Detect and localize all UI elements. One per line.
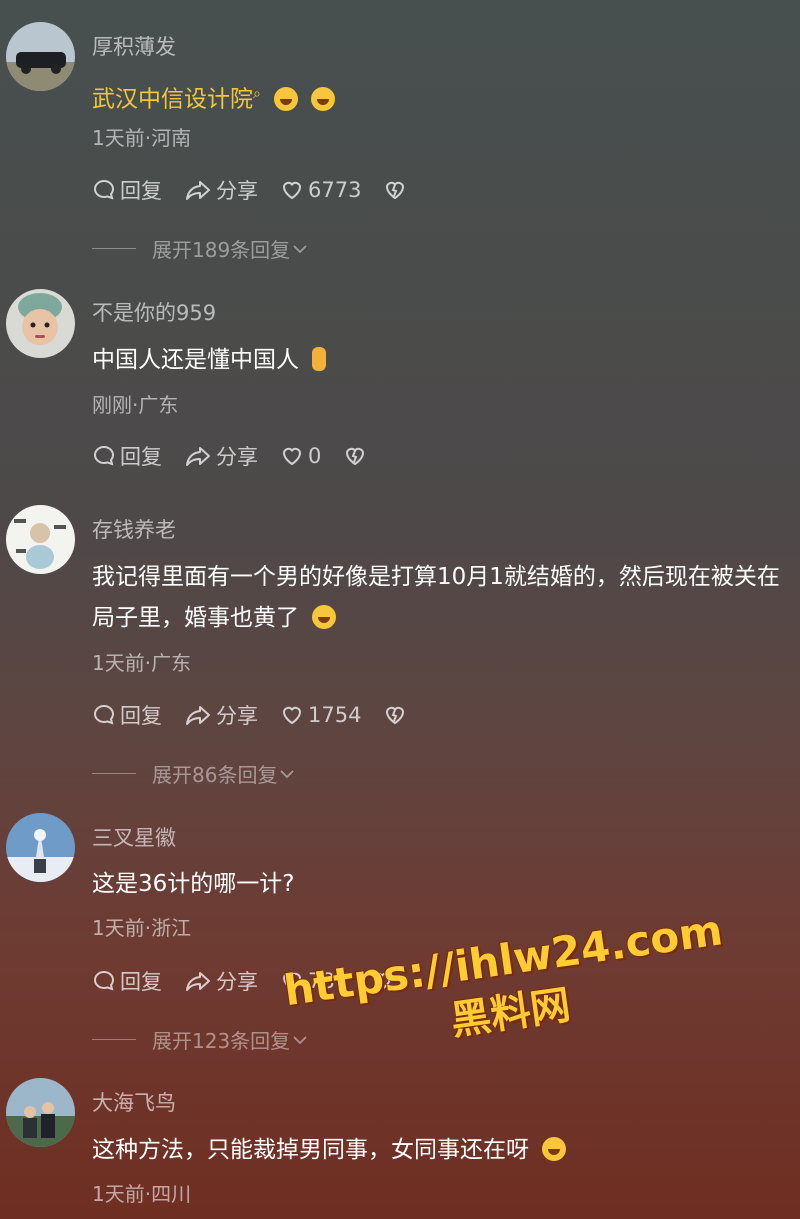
search-link[interactable]: 武汉中信设计院 (92, 87, 253, 113)
username[interactable]: 厚积薄发 (92, 31, 176, 61)
comment-meta: 刚刚·广东 (92, 393, 179, 417)
share-button[interactable]: 分享 (184, 441, 258, 471)
like-count: 0 (308, 444, 322, 468)
reply-button[interactable]: 回复 (92, 441, 162, 471)
comment-bubble-icon (94, 704, 115, 725)
username[interactable]: 不是你的959 (92, 297, 216, 327)
reply-label: 回复 (120, 179, 162, 203)
chevron-down-icon (280, 769, 295, 778)
like-button[interactable]: 0 (280, 444, 321, 468)
avatar[interactable] (6, 289, 75, 358)
comment-text: 这是36计的哪一计? (92, 871, 295, 897)
crossed-fingers-emoji-icon (312, 347, 327, 371)
expand-label: 展开123条回复 (152, 1029, 291, 1053)
dislike-button[interactable] (383, 703, 411, 727)
share-label: 分享 (216, 179, 258, 203)
comment-meta: 1天前·河南 (92, 126, 192, 150)
expand-label: 展开189条回复 (152, 238, 291, 262)
expand-label: 展开86条回复 (152, 763, 278, 787)
laughing-emoji-icon (311, 86, 336, 111)
broken-heart-icon (386, 706, 405, 725)
action-bar: 回复 分享 1754 (92, 700, 433, 730)
heart-icon (282, 447, 302, 466)
share-button[interactable]: 分享 (184, 175, 258, 205)
avatar[interactable] (6, 813, 75, 882)
username[interactable]: 大海飞鸟 (92, 1087, 176, 1117)
comment-meta: 1天前·四川 (92, 1182, 192, 1206)
search-icon: ⌕ (253, 86, 261, 102)
avatar[interactable] (6, 22, 75, 91)
laughing-emoji-icon (312, 605, 337, 629)
like-button[interactable]: 1754 (280, 703, 361, 727)
reply-label: 回复 (120, 704, 162, 728)
action-bar: 回复 分享 6773 (92, 175, 433, 205)
laughing-emoji-icon (274, 86, 299, 111)
reply-label: 回复 (120, 445, 162, 469)
avatar[interactable] (6, 505, 75, 574)
broken-heart-icon (346, 447, 365, 466)
reply-button[interactable]: 回复 (92, 966, 162, 996)
comment-meta: 1天前·浙江 (92, 916, 192, 940)
comment-text: 我记得里面有一个男的好像是打算10月1就结婚的，然后现在被关在局子里，婚事也黄了 (92, 564, 780, 631)
like-button[interactable]: 6773 (280, 178, 361, 202)
share-button[interactable]: 分享 (184, 966, 258, 996)
share-label: 分享 (216, 704, 258, 728)
divider-line (92, 773, 136, 774)
avatar[interactable] (6, 1078, 75, 1147)
dislike-button[interactable] (383, 178, 411, 202)
username[interactable]: 三叉星徽 (92, 822, 176, 852)
expand-replies[interactable]: 展开123条回复 (92, 1025, 310, 1054)
comment-bubble-icon (94, 179, 115, 200)
broken-heart-icon (386, 181, 405, 200)
dislike-button[interactable] (343, 444, 371, 468)
share-label: 分享 (216, 970, 258, 994)
share-arrow-icon (186, 706, 210, 725)
comment-text: 中国人还是懂中国人 (92, 340, 792, 381)
comment-meta: 1天前·广东 (92, 651, 192, 675)
expand-replies[interactable]: 展开86条回复 (92, 759, 297, 788)
divider-line (92, 1039, 136, 1040)
like-count: 6773 (308, 178, 362, 202)
comment-bubble-icon (94, 445, 115, 466)
comment-bubble-icon (94, 970, 115, 991)
watermark: https://ihlw24.com 黑料网 (272, 904, 742, 1070)
chevron-down-icon (293, 244, 307, 253)
heart-icon (282, 706, 302, 725)
share-arrow-icon (186, 181, 210, 200)
share-label: 分享 (216, 445, 258, 469)
reply-button[interactable]: 回复 (92, 700, 162, 730)
heart-icon (282, 181, 302, 200)
action-bar: 回复 分享 0 (92, 441, 393, 471)
laughing-emoji-icon (542, 1137, 567, 1161)
share-arrow-icon (186, 972, 210, 991)
reply-button[interactable]: 回复 (92, 175, 162, 205)
like-count: 1754 (308, 703, 362, 727)
username[interactable]: 存钱养老 (92, 514, 176, 544)
expand-replies[interactable]: 展开189条回复 (92, 234, 310, 263)
comment-text: 这种方法，只能裁掉男同事，女同事还在呀 (92, 1130, 792, 1171)
reply-label: 回复 (120, 970, 162, 994)
share-arrow-icon (186, 447, 210, 466)
divider-line (92, 248, 136, 249)
comment-text[interactable]: 武汉中信设计院⌕ (92, 74, 792, 121)
share-button[interactable]: 分享 (184, 700, 258, 730)
